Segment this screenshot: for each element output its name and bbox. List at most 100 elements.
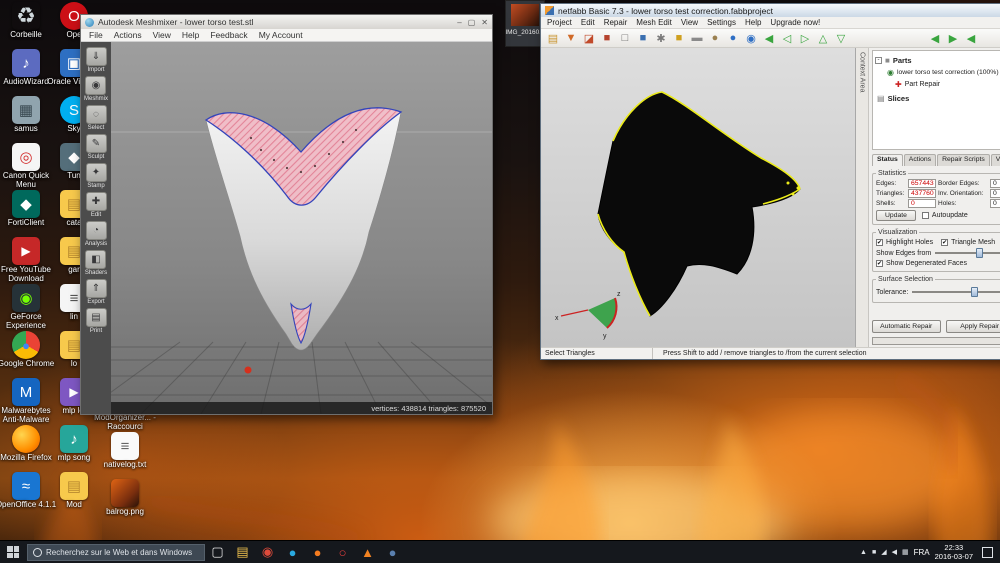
open-project-icon[interactable]: ▤: [545, 30, 561, 46]
cube-outline-icon[interactable]: □: [617, 30, 633, 46]
autoupdate-checkbox[interactable]: Autoupdate: [921, 212, 968, 219]
background-image-window[interactable]: IMG_20160...: [505, 0, 545, 47]
skype-icon[interactable]: ●: [280, 541, 305, 563]
vlc-icon[interactable]: ▲: [355, 541, 380, 563]
menu-item[interactable]: View: [681, 18, 698, 27]
tab-status[interactable]: Status: [872, 154, 903, 166]
action-center-icon[interactable]: [982, 546, 993, 558]
show-edges-slider[interactable]: [935, 248, 1000, 258]
menu-item[interactable]: Actions: [114, 30, 142, 40]
tool-export[interactable]: ⇑ Export: [85, 279, 107, 305]
menu-item[interactable]: Feedback: [210, 30, 247, 40]
menu-item[interactable]: View: [153, 30, 171, 40]
tool-stamp[interactable]: ✦ Stamp: [85, 163, 107, 189]
update-button[interactable]: Update: [876, 210, 916, 221]
select-triangles-icon[interactable]: ◀: [761, 30, 777, 46]
menu-item[interactable]: Repair: [604, 18, 628, 27]
netfabb-3d-viewport[interactable]: x z y: [541, 48, 856, 347]
context-area-label: Context Area: [858, 52, 866, 93]
file-explorer-icon[interactable]: ▤: [230, 541, 255, 563]
menu-item[interactable]: Edit: [581, 18, 595, 27]
tool-import[interactable]: ⇓ Import: [85, 47, 107, 73]
automatic-repair-button[interactable]: Automatic Repair: [872, 320, 941, 333]
platform-icon[interactable]: ▬: [689, 30, 705, 46]
start-button[interactable]: [0, 541, 26, 563]
taskbar-search-box[interactable]: Recherchez sur le Web et dans Windows: [27, 543, 205, 561]
language-indicator[interactable]: FRA: [914, 548, 930, 557]
opera-icon[interactable]: ○: [330, 541, 355, 563]
tool-print[interactable]: ▤ Print: [85, 308, 107, 334]
view-bottom-icon[interactable]: ▽: [833, 30, 849, 46]
mesh-stats-text: vertices: 438814 triangles: 875520: [371, 403, 486, 413]
tree-expander[interactable]: -: [875, 56, 882, 64]
shortcut-balrog[interactable]: balrog.png: [93, 479, 157, 526]
netfabb-titlebar[interactable]: netfabb Basic 7.3 - lower torso test cor…: [541, 4, 1000, 17]
close-button[interactable]: ✕: [481, 18, 488, 27]
rotate-left-icon[interactable]: ◀: [927, 30, 943, 46]
sphere-icon[interactable]: ●: [707, 30, 723, 46]
highlight-holes-checkbox[interactable]: ✔ Highlight Holes: [876, 239, 933, 246]
parts-tree: - ■ Parts ◉ lower torso test correction …: [872, 50, 1000, 150]
menu-item[interactable]: My Account: [259, 30, 303, 40]
meshmixer-titlebar[interactable]: Autodesk Meshmixer - lower torso test.st…: [81, 15, 492, 29]
save-project-icon[interactable]: ▼: [563, 30, 579, 46]
visualization-legend: Visualization: [878, 229, 918, 236]
touch-icon[interactable]: ▦: [902, 548, 909, 556]
tree-slices-label[interactable]: Slices: [888, 94, 910, 103]
menu-item[interactable]: Project: [547, 18, 572, 27]
show-degenerated-faces-checkbox[interactable]: ✔ Show Degenerated Faces: [876, 260, 967, 267]
add-part-icon[interactable]: ◪: [581, 30, 597, 46]
menu-item[interactable]: Settings: [707, 18, 736, 27]
fit-view-icon[interactable]: ◀: [963, 30, 979, 46]
tool-analysis[interactable]: ◔ Analysis: [85, 221, 107, 247]
task-view-icon[interactable]: ▢: [205, 541, 230, 563]
zoom-window-icon[interactable]: ◉: [743, 30, 759, 46]
tree-parts-label[interactable]: Parts: [893, 56, 912, 65]
settings-icon[interactable]: ✱: [653, 30, 669, 46]
view-right-icon[interactable]: ▷: [797, 30, 813, 46]
cube-red-icon[interactable]: ■: [599, 30, 615, 46]
tool-edit[interactable]: ✚ Edit: [85, 192, 107, 218]
tolerance-slider[interactable]: [912, 287, 1000, 297]
tab-repair-scripts[interactable]: Repair Scripts: [937, 154, 990, 166]
tree-part-label[interactable]: lower torso test correction (100%): [897, 69, 999, 76]
triangle-mesh-checkbox[interactable]: ✔ Triangle Mesh: [941, 239, 995, 246]
view-left-icon[interactable]: ◁: [779, 30, 795, 46]
desktop-icon-label: mlp song: [57, 453, 91, 462]
slider-knob[interactable]: [970, 287, 978, 297]
tree-repair-label[interactable]: Part Repair: [905, 81, 940, 88]
view-top-icon[interactable]: △: [815, 30, 831, 46]
minimize-button[interactable]: –: [457, 18, 461, 27]
checkbox-label: Triangle Mesh: [951, 239, 996, 246]
firefox-icon[interactable]: ●: [305, 541, 330, 563]
apply-repair-button[interactable]: Apply Repair: [945, 320, 1000, 333]
checkbox-label: Show Degenerated Faces: [886, 260, 967, 267]
visibility-eye-icon[interactable]: ◉: [887, 68, 894, 77]
shortcut-nativelog[interactable]: ≡ nativelog.txt: [93, 432, 157, 479]
tool-select[interactable]: ◌ Select: [85, 105, 107, 131]
cube-blue-icon[interactable]: ■: [635, 30, 651, 46]
rotate-right-icon[interactable]: ▶: [945, 30, 961, 46]
steam-icon[interactable]: ●: [380, 541, 405, 563]
chrome-icon[interactable]: ◉: [255, 541, 280, 563]
tab-actions[interactable]: Actions: [903, 154, 937, 166]
menu-item[interactable]: Help: [745, 18, 761, 27]
zoom-icon[interactable]: ●: [725, 30, 741, 46]
tool-shaders[interactable]: ◧ Shaders: [85, 250, 107, 276]
taskbar-clock[interactable]: 22:33 2016-03-07: [935, 543, 973, 562]
cube-yellow-icon[interactable]: ■: [671, 30, 687, 46]
network-icon[interactable]: ◢: [881, 548, 886, 556]
menu-item[interactable]: File: [89, 30, 103, 40]
system-icon[interactable]: ■: [872, 549, 876, 556]
meshmixer-3d-viewport[interactable]: vertices: 438814 triangles: 875520: [111, 42, 492, 414]
hidden-icons-chevron[interactable]: ▲: [860, 549, 867, 556]
menu-item[interactable]: Help: [182, 30, 199, 40]
slider-knob[interactable]: [976, 248, 984, 258]
maximize-button[interactable]: ▢: [468, 18, 476, 27]
tool-meshmix[interactable]: ◉ Meshmix: [84, 76, 108, 102]
menu-item[interactable]: Upgrade now!: [770, 18, 820, 27]
tool-sculpt[interactable]: ✎ Sculpt: [85, 134, 107, 160]
volume-icon[interactable]: ◀: [892, 548, 897, 556]
tab-view[interactable]: View: [990, 154, 1000, 166]
menu-item[interactable]: Mesh Edit: [636, 18, 672, 27]
